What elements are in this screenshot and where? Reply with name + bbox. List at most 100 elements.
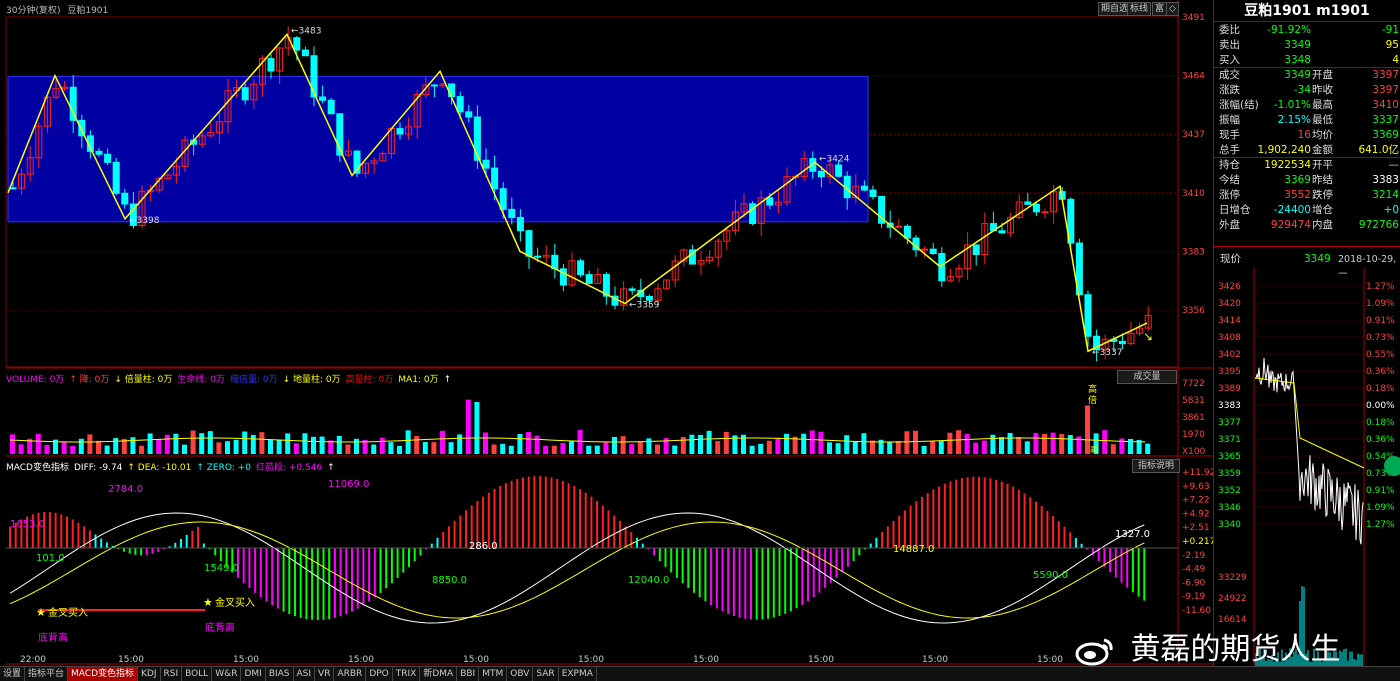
volume-bar [130, 437, 136, 454]
macd-tick-label: +2.51 [1182, 523, 1210, 533]
indicator-tab[interactable]: VR [315, 667, 335, 681]
volume-bar [895, 441, 901, 454]
volume-bar [78, 438, 84, 454]
indicator-value: 红箭段: +0.546 [255, 463, 323, 473]
quote-value: 1,902,240 [1257, 144, 1311, 156]
candle-body [628, 288, 636, 291]
volume-bar [698, 434, 703, 454]
volume-bar [233, 439, 239, 454]
volume-bar [560, 443, 566, 454]
volume-bar [293, 443, 299, 454]
symbol-label: 豆粕1901 [67, 6, 109, 16]
volume-bar [594, 445, 600, 454]
mini-price-label: 3414 [1218, 316, 1241, 326]
candle-body [835, 164, 843, 177]
mini-price-label: 3420 [1218, 299, 1241, 309]
volume-bar [319, 436, 325, 454]
volume-bar [259, 432, 265, 454]
volume-bar [491, 444, 497, 454]
quote-row: 现手 16 均价 3369 [1214, 128, 1400, 143]
indicator-value: ↑ 降: 0万 [69, 375, 110, 385]
candle-body [396, 128, 404, 135]
candle-body [585, 274, 593, 284]
quote-row: 振幅 2.15% 最低 3337 [1214, 113, 1400, 128]
mini-pct-label: 0.55% [1366, 350, 1395, 360]
volume-bar [569, 441, 574, 454]
volume-bar [199, 433, 205, 454]
volume-bar [1024, 441, 1030, 454]
mini-pct-label: 1.09% [1366, 299, 1395, 309]
volume-bar [302, 433, 308, 454]
volume-bar [706, 430, 712, 454]
quote-value-2: 972766 [1358, 219, 1399, 231]
indicator-tab[interactable]: RSI [161, 667, 183, 681]
quote-row: 日增仓 -24400 增仓 +0 [1214, 203, 1400, 218]
quote-value-2: 3410 [1372, 99, 1399, 111]
indicator-tab[interactable]: OBV [507, 667, 534, 681]
indicator-tab[interactable]: 设置 [0, 667, 26, 681]
indicator-tab[interactable]: DMI [241, 667, 266, 681]
indicator-help-button[interactable]: 指标说明 [1132, 459, 1180, 473]
indicator-tab[interactable]: BOLL [182, 667, 213, 681]
indicator-tab[interactable]: ARBR [334, 667, 367, 681]
indicator-tab[interactable]: EXPMA [559, 667, 597, 681]
candle-body [456, 96, 464, 113]
volume-bar [1050, 432, 1056, 454]
macd-tick-label: +11.92 [1182, 468, 1213, 478]
volume-bar [818, 431, 824, 454]
volume-bar [1033, 433, 1039, 454]
indicator-tab[interactable]: SAR [533, 667, 559, 681]
volume-bar [242, 431, 248, 454]
indicator-value: ↑ ZERO: +0 [196, 463, 251, 473]
indicator-tab[interactable]: TRIX [393, 667, 421, 681]
diamond-button[interactable]: ◇ [1166, 2, 1179, 16]
quote-value: 3552 [1284, 189, 1311, 201]
timeframe-label[interactable]: 30分钟(复权) [6, 6, 60, 16]
quote-value: 3369 [1284, 174, 1311, 186]
quote-row: 成交 3349 开盘 3397 [1214, 68, 1400, 83]
volume-bar [904, 431, 910, 454]
volume-bar [1102, 430, 1108, 454]
candle-body [921, 248, 929, 251]
indicator-tab-bar: 设置 指标平台 MACD变色指标 KDJ RSI BOLL W&R DMI BIAS ASI VR A… [0, 666, 1213, 681]
main-chart-area[interactable]: 3491 3464 3437 3410 3383 3356 ←3483 ←3398 ←3359 ←… [0, 0, 1213, 666]
quote-value: 2.15% [1277, 114, 1311, 126]
volume-bar [586, 445, 592, 454]
volume-bar [474, 402, 480, 454]
zigzag-label: ←3424 [819, 154, 850, 164]
indicator-tab[interactable]: BIAS [266, 667, 294, 681]
volume-bar [534, 435, 540, 454]
volume-bar [422, 442, 428, 454]
quote-row: 涨幅(结) -1.01% 最高 3410 [1214, 98, 1400, 113]
now-price-value: 3349 [1304, 253, 1331, 265]
indicator-tab[interactable]: 新DMA [420, 667, 458, 681]
quote-label: 买入 [1219, 54, 1240, 66]
indicator-tab[interactable]: MACD变色指标 [68, 667, 139, 681]
volume-bar [440, 430, 445, 454]
volume-button[interactable]: 成交量 [1117, 370, 1177, 384]
candle-body [112, 161, 120, 194]
time-tick-label: 15:00 [463, 655, 489, 665]
volume-bar [973, 442, 979, 454]
drawline-button[interactable]: 标线 [1127, 2, 1152, 16]
quote-label: 外盘 [1219, 219, 1240, 231]
indicator-tab[interactable]: 指标平台 [25, 667, 69, 681]
indicator-tab[interactable]: DPO [366, 667, 393, 681]
indicator-tab[interactable]: MTM [479, 667, 508, 681]
indicator-tab[interactable]: ASI [294, 667, 316, 681]
volume-bar [1042, 433, 1047, 454]
rich-button[interactable]: 富 [1152, 2, 1168, 16]
indicator-tab[interactable]: W&R [212, 667, 242, 681]
volume-bar [766, 440, 772, 454]
candle-body [1024, 201, 1032, 205]
macd-value-label: 12040.0 [628, 575, 669, 586]
time-tick-label: 15:00 [808, 655, 834, 665]
mini-price-label: 3340 [1218, 520, 1241, 530]
volume-bar [70, 445, 76, 454]
volume-indicator-header: VOLUME: 0万 ↑ 降: 0万 ↓ 倍量柱: 0万 生命线: 0万 缩倍量: 0万… [6, 372, 456, 385]
indicator-tab[interactable]: BBI [457, 667, 480, 681]
volume-bar [61, 441, 67, 454]
intraday-mini-chart[interactable]: 3426 1.27% 3420 1.09% 3414 0.91% 3408 0.73% 3402… [1214, 268, 1400, 666]
indicator-tab[interactable]: KDJ [138, 667, 161, 681]
volume-bar [637, 441, 643, 454]
